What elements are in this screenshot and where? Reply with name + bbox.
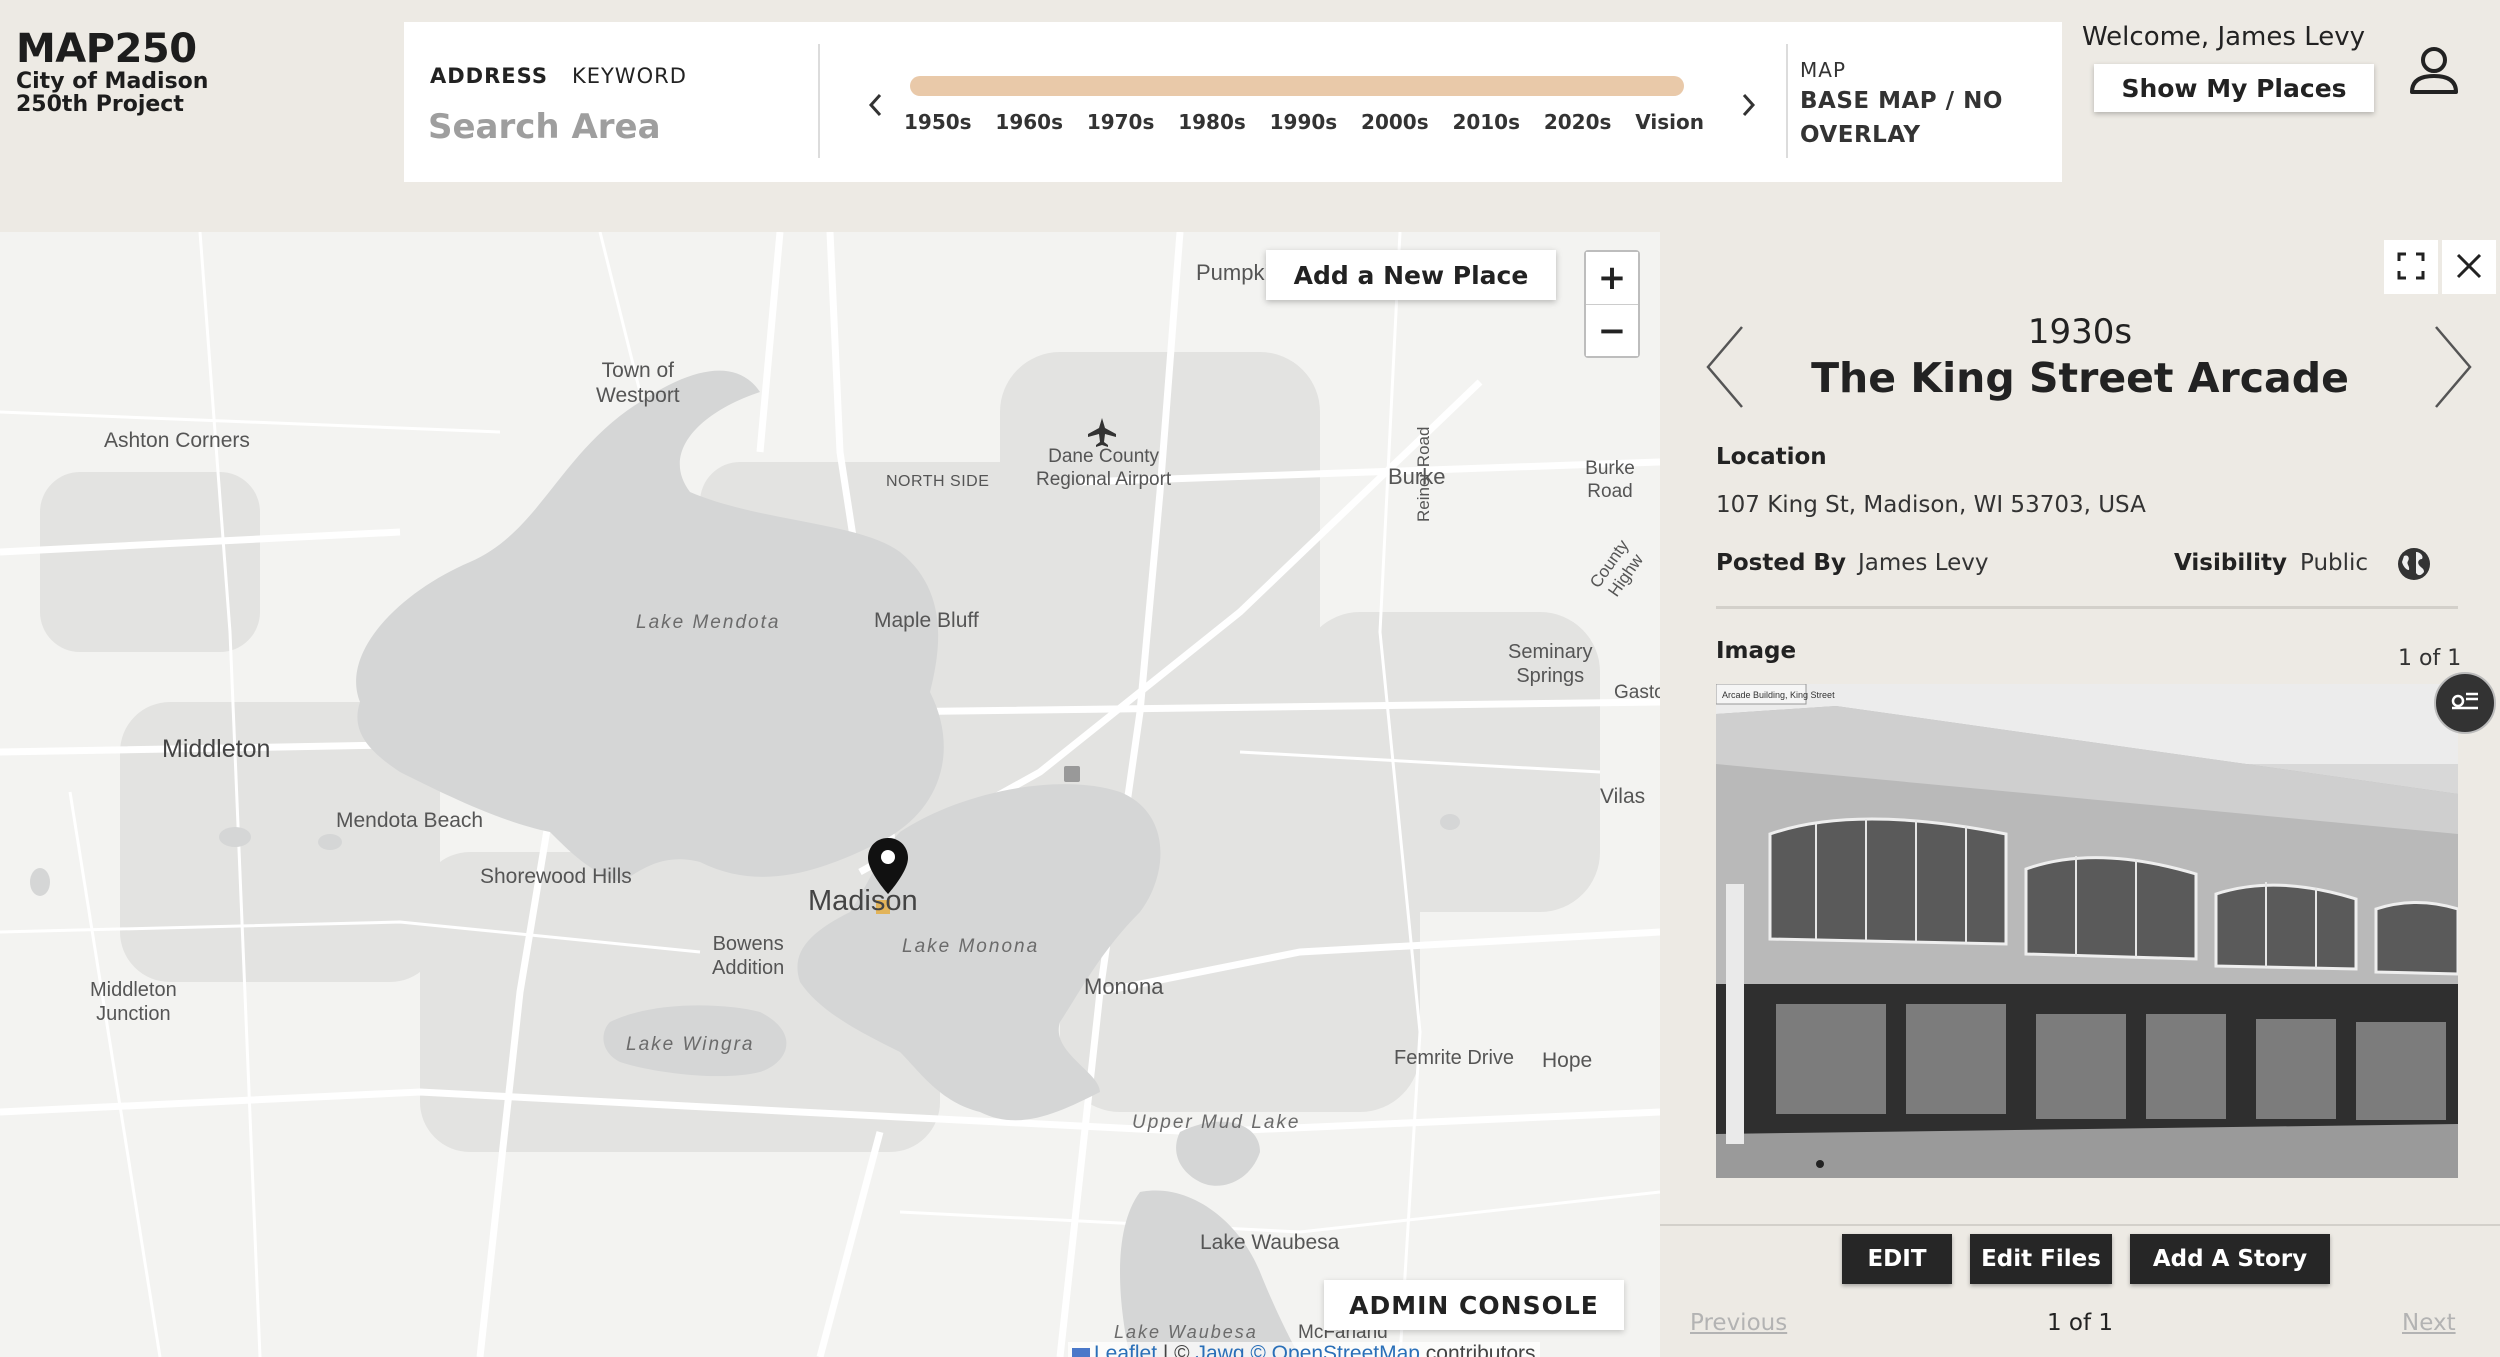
image-label: Image	[1716, 638, 1797, 664]
map-label-shorewood-hills: Shorewood Hills	[480, 865, 632, 888]
lake-label-mendota: Lake Mendota	[636, 612, 781, 633]
timeline-year-2010s[interactable]: 2010s	[1452, 110, 1520, 134]
map-label-seminary-springs: Seminary Springs	[1508, 641, 1593, 687]
map-label-bowens-addition: Bowens Addition	[712, 933, 785, 979]
map-label-mendota-beach: Mendota Beach	[336, 809, 484, 832]
photo-caption: Arcade Building, King Street	[1722, 690, 1835, 700]
add-new-place-button[interactable]: Add a New Place	[1266, 250, 1556, 300]
tab-address[interactable]: ADDRESS	[430, 64, 548, 88]
map-label-hope: Hope	[1542, 1049, 1593, 1072]
map-select-label: MAP	[1800, 58, 1846, 82]
show-my-places-button[interactable]: Show My Places	[2094, 64, 2374, 112]
attribution-separator: | ©	[1157, 1342, 1196, 1357]
logo-title: MAP250	[16, 26, 197, 72]
edit-files-button[interactable]: Edit Files	[1970, 1234, 2112, 1284]
decade-timeline: 1950s 1960s 1970s 1980s 1990s 2000s 2010…	[834, 22, 1834, 182]
timeline-year-2020s[interactable]: 2020s	[1544, 110, 1612, 134]
map-label-gasto: Gasto	[1614, 682, 1660, 703]
map-label-airport: Dane County Regional Airport	[1036, 446, 1172, 490]
close-icon[interactable]	[2442, 240, 2496, 294]
posted-by-label: Posted By	[1716, 550, 1846, 576]
place-era: 1930s	[2027, 312, 2133, 352]
timeline-prev-icon[interactable]	[866, 90, 886, 128]
tab-keyword[interactable]: KEYWORD	[572, 64, 687, 88]
map-label-reiner-road: Reiner Road	[1414, 426, 1433, 522]
timeline-next-icon[interactable]	[1738, 90, 1758, 128]
place-marker-pin-icon[interactable]	[866, 836, 910, 896]
map-base-tiles	[0, 232, 1660, 1357]
place-title: The King Street Arcade	[1811, 354, 2349, 402]
timeline-year-vision[interactable]: Vision	[1635, 110, 1704, 134]
panel-footer-divider	[1660, 1224, 2500, 1226]
fullscreen-icon[interactable]	[2384, 240, 2438, 294]
visibility-label: Visibility	[2174, 550, 2287, 576]
map-view[interactable]: Pumpki Town of Westport Ashton Corners D…	[0, 232, 1660, 1357]
pager-count: 1 of 1	[2046, 1310, 2114, 1336]
search-mode-tabs: ADDRESS KEYWORD	[430, 64, 687, 88]
welcome-message: Welcome, James Levy	[2082, 22, 2365, 52]
place-detail-panel: 1930s The King Street Arcade Location 10…	[1660, 232, 2500, 1357]
map-label-maple-bluff: Maple Bluff	[874, 609, 979, 632]
zoom-out-button[interactable]: −	[1586, 304, 1638, 356]
attribution-osm-link[interactable]: © OpenStreetMap	[1250, 1342, 1420, 1357]
timeline-year-1990s[interactable]: 1990s	[1270, 110, 1338, 134]
logo-subtitle-line1: City of Madison	[16, 69, 209, 94]
image-counter: 1 of 1	[2398, 646, 2462, 671]
zoom-control: + −	[1584, 250, 1640, 358]
location-label: Location	[1716, 444, 1827, 470]
map-label-town-of-westport: Town of Westport	[596, 359, 680, 408]
user-icon[interactable]	[2404, 40, 2464, 100]
map-attribution: Leaflet | © Jawg © OpenStreetMap contrib…	[1068, 1342, 1540, 1357]
timeline-year-1960s[interactable]: 1960s	[995, 110, 1063, 134]
edit-button[interactable]: EDIT	[1842, 1234, 1952, 1284]
lake-label-upper-mud: Upper Mud Lake	[1132, 1112, 1301, 1133]
app-logo[interactable]: MAP250 City of Madison 250th Project	[16, 28, 208, 116]
map-label-north-side: NORTH SIDE	[886, 473, 990, 490]
map-label-vilas: Vilas	[1600, 785, 1646, 808]
globe-icon	[2396, 546, 2432, 582]
map-label-middleton: Middleton	[162, 735, 271, 763]
map-label-middleton-junction: Middleton Junction	[90, 979, 177, 1025]
timeline-year-2000s[interactable]: 2000s	[1361, 110, 1429, 134]
add-story-button[interactable]: Add A Story	[2130, 1234, 2330, 1284]
filter-list-icon[interactable]	[2434, 672, 2496, 734]
timeline-range-bar[interactable]	[910, 76, 1684, 96]
posted-by-value: James Levy	[1858, 550, 1989, 576]
timeline-years: 1950s 1960s 1970s 1980s 1990s 2000s 2010…	[904, 110, 1704, 134]
map-overlay-select[interactable]: MAP BASE MAP / NO OVERLAY	[1800, 58, 2050, 152]
admin-console-button[interactable]: ADMIN CONSOLE	[1324, 1280, 1624, 1330]
section-divider	[1716, 606, 2458, 609]
map-label-monona: Monona	[1084, 974, 1164, 999]
next-link[interactable]: Next	[2402, 1310, 2456, 1336]
divider	[818, 44, 820, 158]
location-value: 107 King St, Madison, WI 53703, USA	[1716, 492, 2146, 518]
timeline-year-1950s[interactable]: 1950s	[904, 110, 972, 134]
map-label-burke-road: Burke Road	[1585, 458, 1635, 502]
place-photo[interactable]: Arcade Building, King Street	[1716, 684, 2458, 1178]
divider	[1786, 44, 1788, 158]
attribution-tail: contributors	[1419, 1342, 1536, 1357]
lake-label-wingra: Lake Wingra	[626, 1034, 755, 1055]
map-select-value: BASE MAP / NO OVERLAY	[1800, 88, 2003, 148]
lake-label-waubesa: Lake Waubesa	[1114, 1322, 1258, 1342]
timeline-year-1980s[interactable]: 1980s	[1178, 110, 1246, 134]
map-label-lake-waubesa-town: Lake Waubesa	[1200, 1231, 1340, 1254]
logo-subtitle-line2: 250th Project	[16, 92, 184, 117]
lake-label-monona: Lake Monona	[902, 936, 1040, 957]
map-label-femrite-drive: Femrite Drive	[1394, 1047, 1515, 1069]
attribution-leaflet-link[interactable]: Leaflet	[1094, 1342, 1157, 1357]
map-label-ashton-corners: Ashton Corners	[104, 429, 250, 452]
timeline-year-1970s[interactable]: 1970s	[1087, 110, 1155, 134]
zoom-in-button[interactable]: +	[1586, 252, 1638, 304]
visibility-value: Public	[2300, 550, 2369, 576]
search-toolbar: ADDRESS KEYWORD 1950s 1960s 1970s 1980s …	[404, 22, 2062, 182]
map-label-pumpki: Pumpki	[1196, 260, 1270, 285]
search-input[interactable]	[428, 102, 798, 152]
attribution-jawg-link[interactable]: Jawg	[1196, 1342, 1245, 1357]
